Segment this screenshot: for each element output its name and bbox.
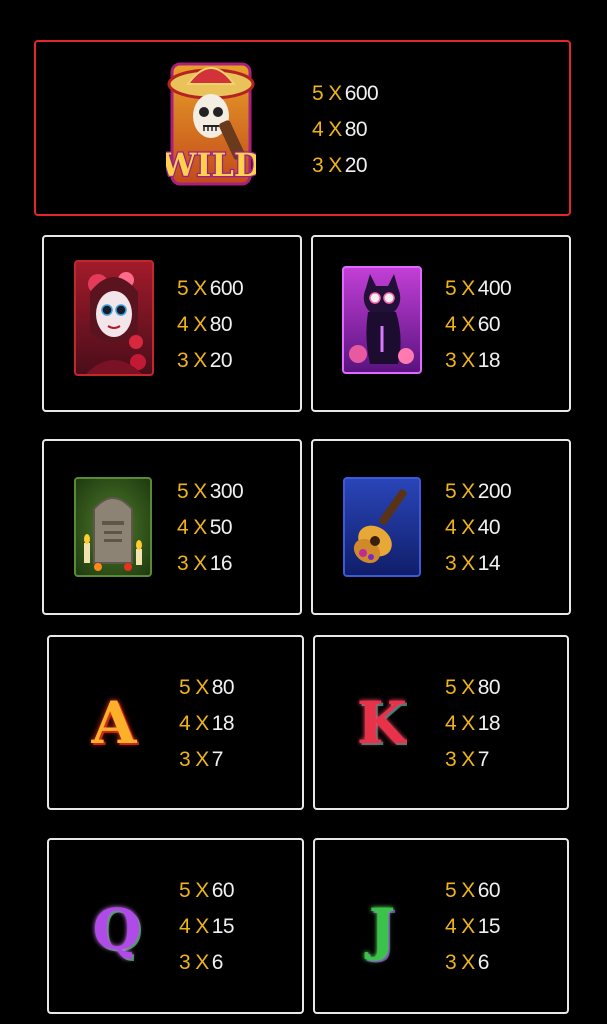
sugar-skull-cat-icon: [342, 266, 422, 374]
paytable-card-cat: 5 X 400 4 X 60 3 X 18: [311, 235, 571, 412]
letter-k-icon: K: [357, 689, 407, 757]
pay-row: 4 X 15: [445, 915, 501, 938]
pay-row: 4 X 60: [445, 313, 501, 336]
letter-j-icon: J: [368, 897, 396, 963]
pay-row: 3X6: [179, 951, 223, 974]
paytable-cat: 5 X 400 4 X 60 3 X 18: [445, 271, 512, 379]
paytable-j: 5 X 60 4 X 15 3X6: [445, 873, 501, 981]
pay-row: 5 X 80: [445, 676, 501, 699]
pay-row: 5 X 80: [179, 676, 235, 699]
pay-row: 5 X 600: [312, 82, 379, 105]
paytable-card-guitar: 5 X 200 4 X 40 3 X 14: [311, 439, 571, 615]
wild-label: WILD: [166, 146, 256, 184]
paytable-card-wild: WILD 5 X 600 4 X 80 3 X 20: [34, 40, 571, 216]
pay-row: 4 X 40: [445, 516, 501, 539]
paytable-tombstone: 5 X 300 4 X 50 3 X 16: [177, 474, 244, 582]
pay-row: 4 X 50: [177, 516, 233, 539]
tombstone-candles-icon: [74, 477, 152, 577]
pay-row: 3 X 18: [445, 349, 501, 372]
wild-label-icon: WILD: [166, 145, 256, 186]
pay-row: 3X7: [179, 748, 223, 771]
paytable-q: 5 X 60 4 X 15 3X6: [179, 873, 235, 981]
pay-row: 3X6: [445, 951, 489, 974]
pay-row: 3X7: [445, 748, 489, 771]
pay-row: 5 X 300: [177, 480, 244, 503]
pay-row: 3 X 20: [177, 349, 233, 372]
catrina-woman-icon: [74, 260, 154, 376]
pay-row: 3 X 20: [312, 154, 368, 177]
pay-row: 4 X 18: [179, 712, 235, 735]
paytable-card-tombstone: 5 X 300 4 X 50 3 X 16: [42, 439, 302, 615]
pay-row: 4 X 18: [445, 712, 501, 735]
paytable-a: 5 X 80 4 X 18 3X7: [179, 670, 235, 778]
paytable-guitar: 5 X 200 4 X 40 3 X 14: [445, 474, 512, 582]
pay-row: 5 X 60: [179, 879, 235, 902]
paytable-catrina: 5 X 600 4 X 80 3 X 20: [177, 271, 244, 379]
paytable-card-a: A 5 X 80 4 X 18 3X7: [47, 635, 304, 810]
pay-row: 4 X 80: [177, 313, 233, 336]
pay-row: 4 X 80: [312, 118, 368, 141]
letter-a-icon: A: [91, 689, 137, 757]
paytable-card-j: J 5 X 60 4 X 15 3X6: [313, 838, 569, 1014]
pay-row: 3 X 16: [177, 552, 233, 575]
pay-row: 5 X 600: [177, 277, 244, 300]
pay-row: 3 X 14: [445, 552, 501, 575]
guitar-icon: [343, 477, 421, 577]
paytable-card-q: Q 5 X 60 4 X 15 3X6: [47, 838, 304, 1014]
pay-row: 5 X 400: [445, 277, 512, 300]
pay-row: 5 X 200: [445, 480, 512, 503]
paytable-k: 5 X 80 4 X 18 3X7: [445, 670, 501, 778]
paytable-card-catrina: 5 X 600 4 X 80 3 X 20: [42, 235, 302, 412]
paytable-card-k: K 5 X 80 4 X 18 3X7: [313, 635, 569, 810]
pay-row: 4 X 15: [179, 915, 235, 938]
pay-row: 5 X 60: [445, 879, 501, 902]
paytable-wild: 5 X 600 4 X 80 3 X 20: [312, 76, 379, 184]
letter-q-icon: Q: [92, 897, 142, 963]
